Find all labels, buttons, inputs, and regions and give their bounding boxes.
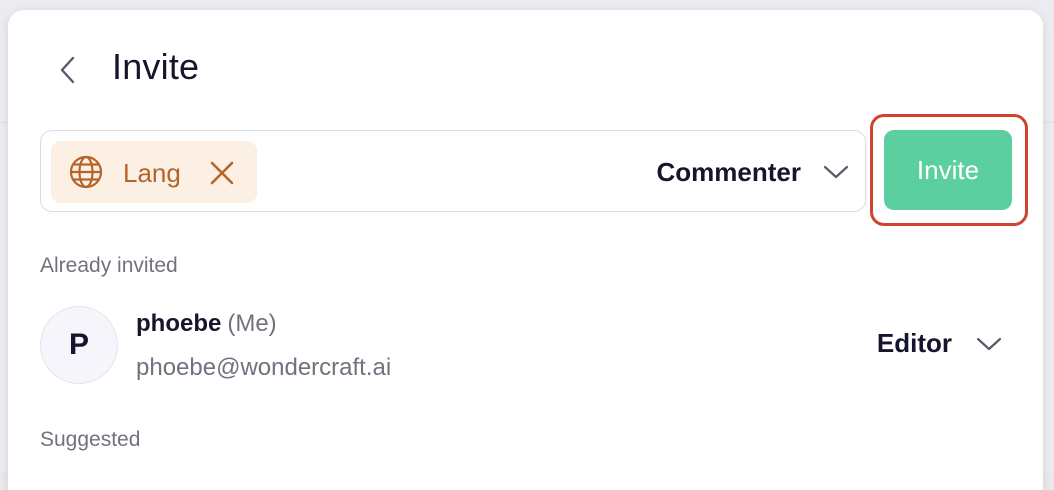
invitee-chip: Lang — [51, 141, 257, 203]
chevron-down-icon — [976, 336, 1002, 352]
member-name: phoebe (Me) — [136, 310, 277, 338]
member-role-select[interactable]: Editor — [877, 328, 1002, 359]
invite-input-field[interactable]: Lang Commenter — [40, 130, 866, 212]
avatar: P — [40, 306, 118, 384]
dialog-header: Invite — [8, 10, 1043, 110]
chevron-left-icon[interactable] — [56, 54, 80, 86]
role-select[interactable]: Commenter — [657, 153, 849, 191]
member-role-label: Editor — [876, 328, 952, 358]
invite-button[interactable]: Invite — [884, 130, 1012, 210]
suggested-heading: Suggested — [40, 428, 141, 451]
already-invited-heading: Already invited — [40, 254, 178, 277]
role-select-label: Commenter — [656, 156, 801, 187]
invite-dialog: Invite Lang Commenter Invite Already inv… — [8, 10, 1043, 490]
invitee-chip-label: Lang — [123, 158, 181, 188]
list-item: P phoebe (Me) phoebe@wondercraft.ai Edito… — [40, 302, 1010, 392]
close-icon[interactable] — [209, 160, 235, 186]
member-email: phoebe@wondercraft.ai — [136, 354, 392, 381]
member-name-text: phoebe — [136, 310, 222, 337]
chevron-down-icon — [823, 164, 849, 180]
page-title: Invite — [112, 46, 200, 87]
member-tag: (Me) — [227, 310, 277, 337]
globe-icon — [68, 154, 104, 190]
